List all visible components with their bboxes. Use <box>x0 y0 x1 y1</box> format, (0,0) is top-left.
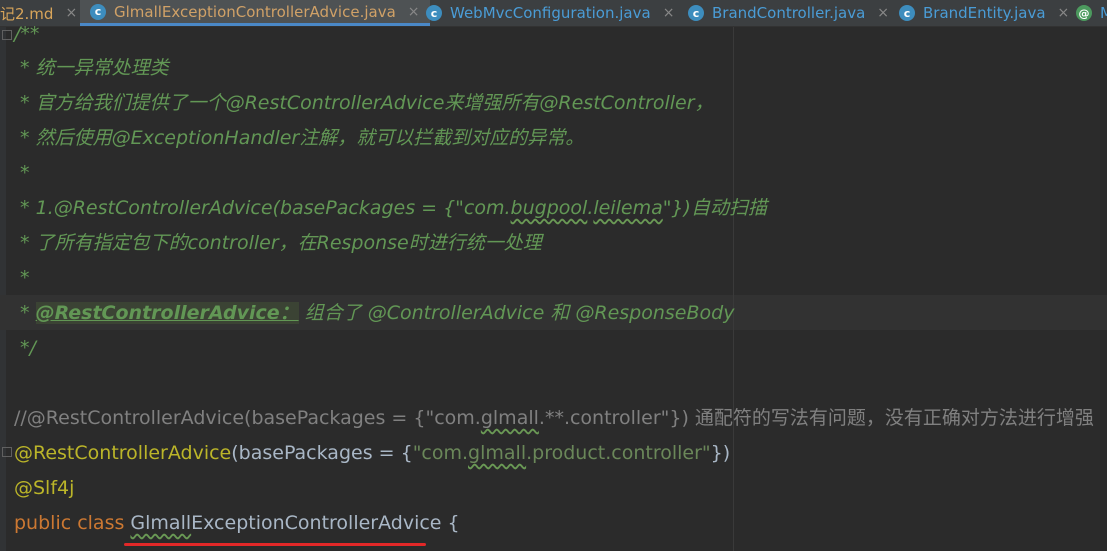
code-text: .**.controller"}) 通配符的写法有问题，没有正确对方法进行增强 <box>538 407 1094 429</box>
code-line-14: @Slf4j <box>14 477 75 499</box>
annotation-token: @RestControllerAdvice <box>14 442 232 464</box>
code-line-3: * 官方给我们提供了一个@RestControllerAdvice来增强所有@R… <box>14 92 714 114</box>
right-margin-guide <box>733 27 734 551</box>
code-line-13: @RestControllerAdvice(basePackages = {"c… <box>14 436 730 471</box>
tab-label: BrandEntity.java <box>923 4 1046 22</box>
red-underline-annotation <box>124 543 426 546</box>
code-line-9: * @RestControllerAdvice： 组合了 @Controller… <box>14 296 734 331</box>
doc-tag-reference[interactable]: @RestControllerAdvice： <box>35 302 299 324</box>
module-icon: @ <box>1076 5 1092 21</box>
code-line-6: * 1.@RestControllerAdvice(basePackages =… <box>14 191 767 226</box>
tab-label: GlmallExceptionControllerAdvice.java <box>114 2 396 21</box>
code-line-5: * <box>14 162 30 184</box>
code-line-8: * <box>14 267 30 289</box>
code-text: { <box>441 512 460 534</box>
tab-label: WebMvcConfiguration.java <box>450 4 651 22</box>
close-icon[interactable]: × <box>408 4 420 20</box>
close-icon[interactable]: × <box>1058 5 1070 21</box>
fold-marker-icon[interactable] <box>2 30 12 40</box>
tab-webmvc-configuration[interactable]: c WebMvcConfiguration.java × <box>426 0 674 26</box>
class-name: ExceptionControllerAdvice <box>191 512 442 534</box>
close-icon[interactable]: × <box>877 5 889 21</box>
class-icon: c <box>426 5 442 21</box>
code-text: }) <box>710 442 731 464</box>
tab-glmall-exception-controller-advice[interactable]: c GlmallExceptionControllerAdvice.java × <box>80 0 430 26</box>
tab-brand-controller[interactable]: c BrandController.java × <box>688 0 889 26</box>
code-line-10: */ <box>14 337 36 359</box>
class-icon: c <box>688 5 704 21</box>
code-line-15: public class GlmallExceptionControllerAd… <box>14 506 460 541</box>
editor-tab-bar: 记2.md × c GlmallExceptionControllerAdvic… <box>0 0 1107 27</box>
typo-word: glmall <box>480 407 539 429</box>
code-line-7: * 了所有指定包下的controller，在Response时进行统一处理 <box>14 232 542 254</box>
keyword-token: public class <box>14 512 131 534</box>
code-line-1: /** <box>14 23 40 45</box>
string-token: .product.controller" <box>526 442 711 464</box>
class-name-typo: Glmall <box>130 512 192 534</box>
typo-word: bugpool <box>510 197 588 219</box>
code-text: * 1.@RestControllerAdvice(basePackages =… <box>14 197 511 219</box>
tab-label: BrandController.java <box>712 4 866 22</box>
close-icon[interactable]: × <box>65 5 77 21</box>
typo-word: leilema <box>593 197 663 219</box>
code-editor[interactable]: /** * 统一异常处理类 * 官方给我们提供了一个@RestControlle… <box>0 23 1107 551</box>
code-line-2: * 统一异常处理类 <box>14 57 169 79</box>
tab-label: M <box>1100 4 1107 22</box>
code-text: 组合了 @ControllerAdvice 和 @ResponseBody <box>298 302 735 324</box>
fold-gutter <box>0 27 6 551</box>
class-icon: c <box>90 3 106 20</box>
code-text: (basePackages = { <box>231 442 413 464</box>
tab-module[interactable]: @ M <box>1076 0 1107 26</box>
code-text: * <box>14 302 36 324</box>
code-line-12: //@RestControllerAdvice(basePackages = {… <box>14 401 1094 436</box>
close-icon[interactable]: × <box>663 5 675 21</box>
tab-brand-entity[interactable]: c BrandEntity.java × <box>899 0 1069 26</box>
class-icon: c <box>899 5 915 21</box>
code-text: //@RestControllerAdvice(basePackages = {… <box>14 407 481 429</box>
code-line-4: * 然后使用@ExceptionHandler注解，就可以拦截到对应的异常。 <box>14 127 585 149</box>
string-token: "com. <box>412 442 469 464</box>
code-text: "})自动扫描 <box>662 197 767 219</box>
fold-marker-icon[interactable] <box>2 447 12 457</box>
typo-word: glmall <box>468 442 527 464</box>
